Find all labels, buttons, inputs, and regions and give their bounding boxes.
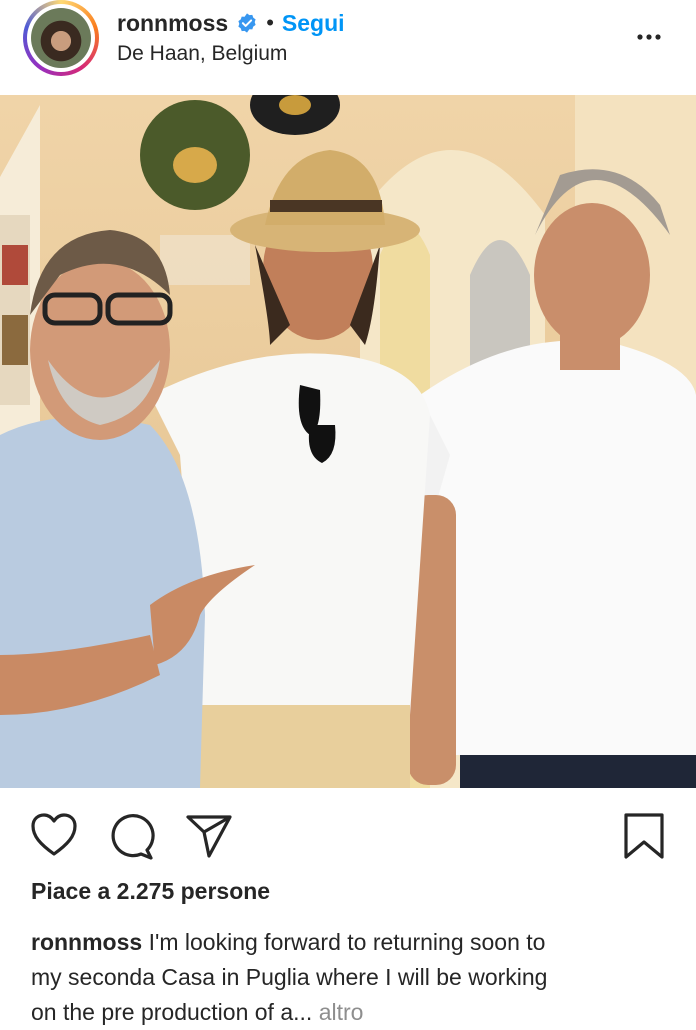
action-bar <box>0 800 696 870</box>
username-row: ronnmoss • Segui <box>117 8 345 38</box>
avatar-photo <box>31 8 91 68</box>
post-caption: ronnmoss I'm looking forward to returnin… <box>31 925 671 1030</box>
avatar[interactable] <box>23 0 99 76</box>
location-link[interactable]: De Haan, Belgium <box>117 42 287 66</box>
comment-icon[interactable] <box>107 812 155 860</box>
more-options-icon[interactable] <box>634 22 664 52</box>
caption-more-link[interactable]: altro <box>312 999 364 1025</box>
heart-icon[interactable] <box>30 812 78 858</box>
caption-text-line2: my seconda Casa in Puglia where I will b… <box>31 964 548 990</box>
separator-dot: • <box>266 10 274 35</box>
verified-badge-icon <box>238 13 256 33</box>
photo-illustration <box>0 95 696 788</box>
post-photo[interactable] <box>0 95 696 788</box>
caption-text-line3: on the pre production of a... <box>31 999 313 1025</box>
username[interactable]: ronnmoss <box>117 10 228 37</box>
caption-username[interactable]: ronnmoss <box>31 929 142 955</box>
bookmark-icon[interactable] <box>622 812 666 860</box>
send-icon[interactable] <box>185 814 233 858</box>
likes-count[interactable]: Piace a 2.275 persone <box>31 878 270 905</box>
caption-text-line1: I'm looking forward to returning soon to <box>142 929 546 955</box>
follow-button[interactable]: Segui <box>282 10 345 37</box>
post-header: ronnmoss • Segui De Haan, Belgium <box>0 0 696 95</box>
